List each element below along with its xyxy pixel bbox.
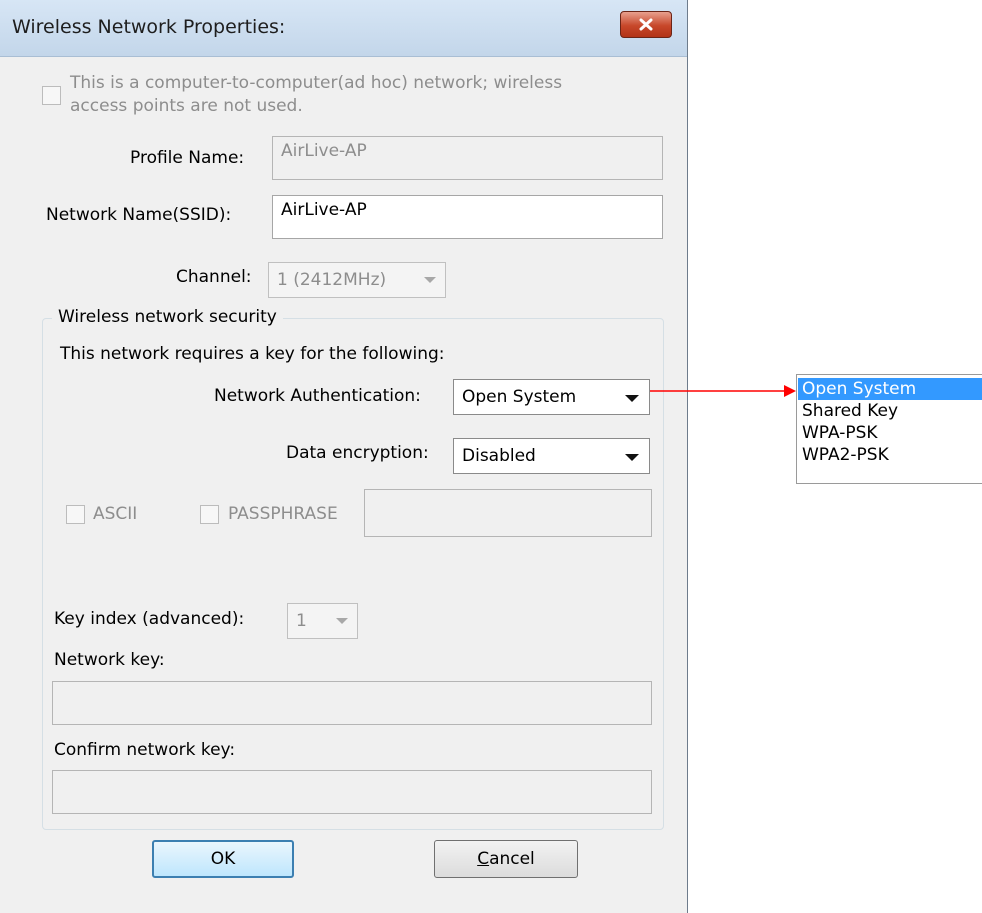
confirm-key-label: Confirm network key: xyxy=(54,740,236,760)
channel-select[interactable]: 1 (2412MHz) xyxy=(268,262,446,298)
cancel-button[interactable]: Cancel xyxy=(434,840,578,878)
auth-label: Network Authentication: xyxy=(214,386,421,406)
chevron-down-icon xyxy=(424,277,436,283)
profile-name-label: Profile Name: xyxy=(130,148,245,168)
option-wpa2-psk[interactable]: WPA2-PSK xyxy=(798,444,982,466)
adhoc-checkbox[interactable] xyxy=(42,86,61,105)
requires-key-text: This network requires a key for the foll… xyxy=(60,344,445,364)
option-wpa-psk[interactable]: WPA-PSK xyxy=(798,422,982,444)
cancel-label-rest: ancel xyxy=(489,849,535,869)
encryption-value: Disabled xyxy=(462,446,536,466)
encryption-select[interactable]: Disabled xyxy=(453,438,650,474)
adhoc-label-line2: access points are not used. xyxy=(70,96,303,116)
passphrase-label: PASSPHRASE xyxy=(228,504,338,524)
title-bar: Wireless Network Properties: xyxy=(0,0,687,57)
channel-label: Channel: xyxy=(176,267,252,287)
chevron-down-icon xyxy=(336,618,348,624)
adhoc-label-line1: This is a computer-to-computer(ad hoc) n… xyxy=(70,73,563,93)
passphrase-checkbox[interactable] xyxy=(200,505,219,524)
network-key-label: Network key: xyxy=(54,650,165,670)
network-key-field[interactable] xyxy=(52,681,652,725)
key-index-value: 1 xyxy=(296,611,307,631)
key-index-label: Key index (advanced): xyxy=(54,609,245,629)
option-open-system[interactable]: Open System xyxy=(798,378,982,400)
ok-button[interactable]: OK xyxy=(152,840,294,878)
channel-value: 1 (2412MHz) xyxy=(277,270,387,290)
cancel-accesskey: C xyxy=(477,849,490,869)
chevron-down-icon xyxy=(625,395,639,402)
ssid-input[interactable]: AirLive-AP xyxy=(272,195,663,239)
option-shared-key[interactable]: Shared Key xyxy=(798,400,982,422)
encryption-label: Data encryption: xyxy=(286,443,429,463)
close-x-icon xyxy=(639,18,653,31)
key-index-select[interactable]: 1 xyxy=(287,603,358,639)
auth-select[interactable]: Open System xyxy=(453,379,650,415)
annotation-arrow-icon xyxy=(650,385,796,397)
auth-options-list: Open System Shared Key WPA-PSK WPA2-PSK xyxy=(796,374,982,484)
ascii-label: ASCII xyxy=(93,504,138,524)
wireless-network-properties-dialog: Wireless Network Properties: This is a c… xyxy=(0,0,688,913)
auth-value: Open System xyxy=(462,387,577,407)
profile-name-field[interactable]: AirLive-AP xyxy=(272,136,663,180)
security-group-title: Wireless network security xyxy=(52,307,283,327)
chevron-down-icon xyxy=(625,454,639,461)
window-title: Wireless Network Properties: xyxy=(12,16,286,38)
confirm-key-field[interactable] xyxy=(52,770,652,814)
close-button[interactable] xyxy=(620,11,672,38)
passphrase-field[interactable] xyxy=(364,489,652,537)
ssid-label: Network Name(SSID): xyxy=(46,205,232,225)
ascii-checkbox[interactable] xyxy=(66,505,85,524)
